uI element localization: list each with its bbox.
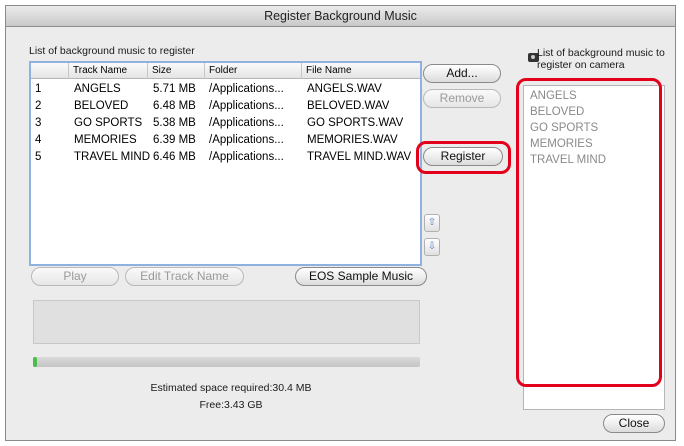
play-button[interactable]: Play [31, 267, 119, 286]
row-number: 4 [35, 134, 42, 146]
progress-fill [33, 357, 37, 367]
message-area [33, 300, 420, 344]
folder-cell: /Applications... [209, 100, 284, 112]
table-row[interactable]: 1 ANGELS 5.71 MB /Applications... ANGELS… [31, 81, 420, 97]
row-number: 5 [35, 151, 42, 163]
folder-cell: /Applications... [209, 151, 284, 163]
folder-cell: /Applications... [209, 117, 284, 129]
edit-track-name-button[interactable]: Edit Track Name [125, 267, 244, 286]
window-title: Register Background Music [6, 6, 675, 27]
size-cell: 6.39 MB [153, 134, 196, 146]
row-number: 1 [35, 83, 42, 95]
size-cell: 5.71 MB [153, 83, 196, 95]
free-space-text: Free:3.43 GB [199, 399, 263, 411]
register-bgm-window: Register Background Music List of backgr… [5, 5, 676, 441]
track-name-cell: TRAVEL MIND [74, 151, 151, 163]
file-name-cell: BELOVED.WAV [307, 100, 390, 112]
music-list-table[interactable]: Track Name Size Folder File Name 1 ANGEL… [29, 61, 422, 266]
folder-cell: /Applications... [209, 83, 284, 95]
file-name-cell: TRAVEL MIND.WAV [307, 151, 412, 163]
track-name-cell: MEMORIES [74, 134, 137, 146]
track-name-cell: GO SPORTS [74, 117, 143, 129]
col-size[interactable]: Size [148, 63, 205, 79]
table-header: Track Name Size Folder File Name [31, 63, 420, 79]
space-progress-bar [33, 357, 420, 367]
row-number: 2 [35, 100, 42, 112]
estimated-space-text: Estimated space required:30.4 MB [150, 382, 312, 394]
eos-sample-music-button[interactable]: EOS Sample Music [295, 267, 427, 286]
close-button[interactable]: Close [603, 414, 665, 433]
col-file-name[interactable]: File Name [302, 63, 410, 79]
col-folder[interactable]: Folder [205, 63, 302, 79]
track-name-cell: BELOVED [74, 100, 129, 112]
row-number: 3 [35, 117, 42, 129]
move-up-icon[interactable]: ⇧ [424, 214, 440, 232]
remove-button[interactable]: Remove [423, 89, 501, 108]
move-down-icon[interactable]: ⇩ [424, 238, 440, 256]
folder-cell: /Applications... [209, 134, 284, 146]
table-row[interactable]: 5 TRAVEL MIND 6.46 MB /Applications... T… [31, 149, 420, 165]
size-cell: 6.46 MB [153, 151, 196, 163]
list-to-register-label: List of background music to register [29, 45, 195, 57]
table-row[interactable]: 3 GO SPORTS 5.38 MB /Applications... GO … [31, 115, 420, 131]
camera-list-label-line2: register on camera [537, 59, 625, 71]
table-row[interactable]: 2 BELOVED 6.48 MB /Applications... BELOV… [31, 98, 420, 114]
col-number[interactable] [31, 63, 69, 79]
register-button[interactable]: Register [423, 147, 503, 166]
table-row[interactable]: 4 MEMORIES 6.39 MB /Applications... MEMO… [31, 132, 420, 148]
file-name-cell: MEMORIES.WAV [307, 134, 398, 146]
file-name-cell: ANGELS.WAV [307, 83, 382, 95]
size-cell: 5.38 MB [153, 117, 196, 129]
size-cell: 6.48 MB [153, 100, 196, 112]
camera-list-highlight [516, 78, 662, 387]
add-button[interactable]: Add... [423, 64, 501, 83]
camera-list-label-line1: List of background music to [537, 47, 665, 59]
file-name-cell: GO SPORTS.WAV [307, 117, 404, 129]
track-name-cell: ANGELS [74, 83, 121, 95]
col-track-name[interactable]: Track Name [69, 63, 148, 79]
